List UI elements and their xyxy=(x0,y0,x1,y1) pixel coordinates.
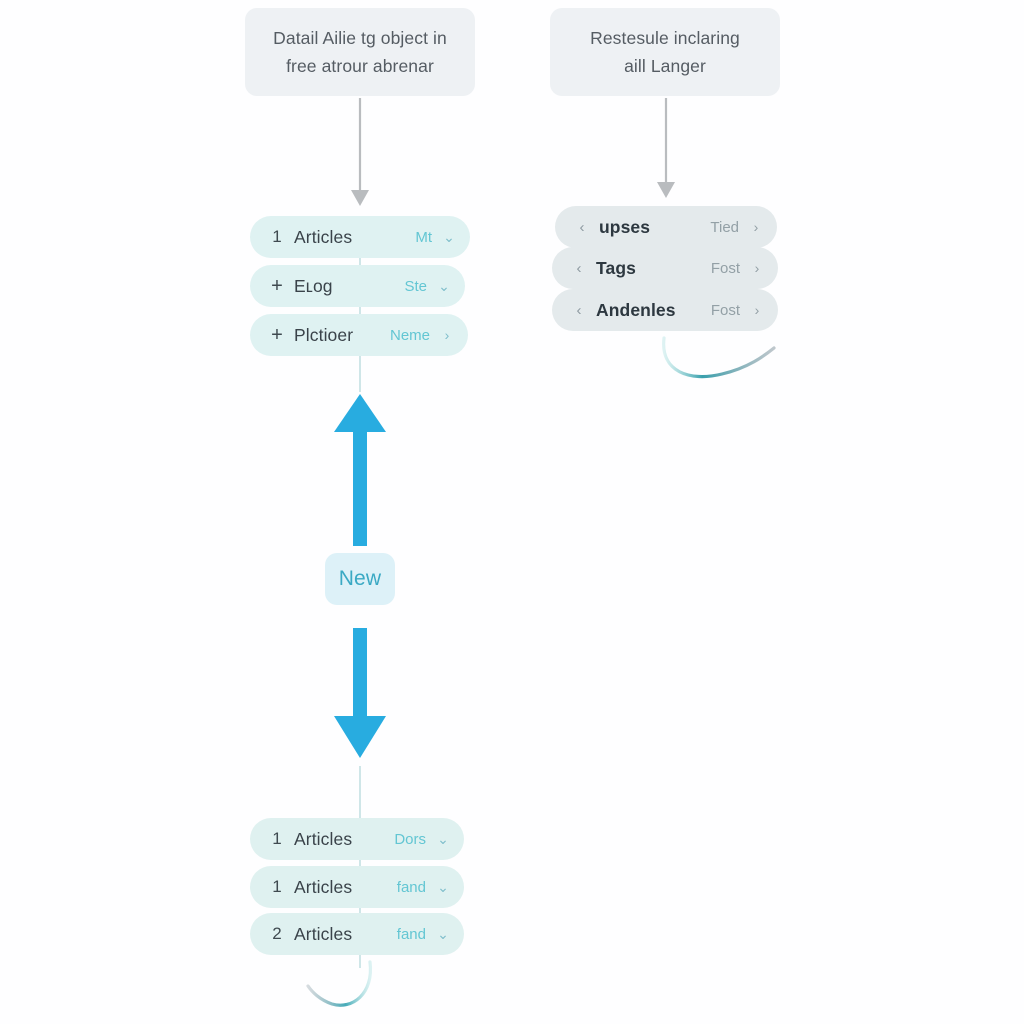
item-label: Tags xyxy=(596,257,636,278)
list-item[interactable]: 1 Articles Mt ⌄ xyxy=(250,216,470,258)
arrow-up-icon-center xyxy=(334,394,386,546)
list-item[interactable]: + Eʟog Ste ⌄ xyxy=(250,265,465,307)
arrow-down-icon-left-header xyxy=(351,98,369,206)
chevron-left-icon[interactable]: ‹ xyxy=(566,260,592,277)
connector-layer xyxy=(306,98,776,1007)
list-item[interactable]: + Plctioer Neme › xyxy=(250,314,468,356)
list-item[interactable]: ‹ Andenles Fost › xyxy=(552,289,778,331)
item-index: 1 xyxy=(272,227,282,246)
item-meta: Dors xyxy=(394,830,426,848)
item-label: Articles xyxy=(294,226,353,247)
item-meta: fand xyxy=(396,878,426,896)
arrow-down-icon-right-header xyxy=(657,98,675,198)
header-left-line1: Datail Ailie tg object in xyxy=(273,27,447,48)
chevron-left-icon[interactable]: ‹ xyxy=(569,219,595,236)
list-item[interactable]: 1 Articles fand ⌄ xyxy=(250,866,464,908)
chevron-down-icon[interactable]: ⌄ xyxy=(437,279,451,293)
arrow-down-icon-center xyxy=(334,628,386,758)
item-index: 1 xyxy=(272,829,282,848)
curved-swoosh-icon-bottom xyxy=(306,960,373,1007)
header-left-line2: free atrour abrenar xyxy=(286,56,434,76)
new-badge-label: New xyxy=(338,567,382,590)
add-icon[interactable]: + xyxy=(264,324,290,347)
list-item[interactable]: 1 Articles Dors ⌄ xyxy=(250,818,464,860)
chevron-left-icon[interactable]: ‹ xyxy=(566,302,592,319)
list-item[interactable]: ‹ upses Tied › xyxy=(555,206,777,248)
add-icon[interactable]: + xyxy=(264,275,290,298)
header-card-left: Datail Ailie tg object in free atrour ab… xyxy=(245,8,475,96)
chevron-down-icon[interactable]: ⌄ xyxy=(436,927,450,941)
status-badge-new[interactable]: New xyxy=(325,553,395,605)
item-meta: Ste xyxy=(404,277,427,295)
chevron-right-icon[interactable]: › xyxy=(750,303,764,317)
header-right-line1: Restesule inclaring xyxy=(590,27,740,48)
item-index: 1 xyxy=(272,877,282,896)
item-label: Andenles xyxy=(596,299,676,320)
item-label: upses xyxy=(599,216,651,237)
curved-swoosh-icon-right xyxy=(662,336,776,379)
item-label: Articles xyxy=(294,876,353,897)
header-right-line2: aill Langer xyxy=(624,56,706,76)
chevron-down-icon[interactable]: ⌄ xyxy=(436,832,450,846)
item-meta: fand xyxy=(396,925,426,943)
item-meta: Tied xyxy=(710,218,739,236)
item-meta: Mt xyxy=(415,228,432,246)
header-card-right: Restesule inclaring aill Langer xyxy=(550,8,780,96)
chevron-right-icon[interactable]: › xyxy=(440,328,454,342)
item-label: Articles xyxy=(294,923,353,944)
chevron-right-icon[interactable]: › xyxy=(749,220,763,234)
list-item[interactable]: ‹ Tags Fost › xyxy=(552,247,778,289)
item-meta: Fost xyxy=(710,301,740,319)
item-meta: Fost xyxy=(710,259,740,277)
chevron-down-icon[interactable]: ⌄ xyxy=(436,880,450,894)
diagram-canvas: Datail Ailie tg object in free atrour ab… xyxy=(0,0,1024,1024)
item-index: 2 xyxy=(272,924,282,943)
item-label: Eʟog xyxy=(294,275,333,296)
list-item[interactable]: 2 Articles fand ⌄ xyxy=(250,913,464,955)
item-label: Articles xyxy=(294,828,353,849)
chevron-down-icon[interactable]: ⌄ xyxy=(442,230,456,244)
chevron-right-icon[interactable]: › xyxy=(750,261,764,275)
item-label: Plctioer xyxy=(294,324,354,345)
item-meta: Neme xyxy=(389,326,430,344)
